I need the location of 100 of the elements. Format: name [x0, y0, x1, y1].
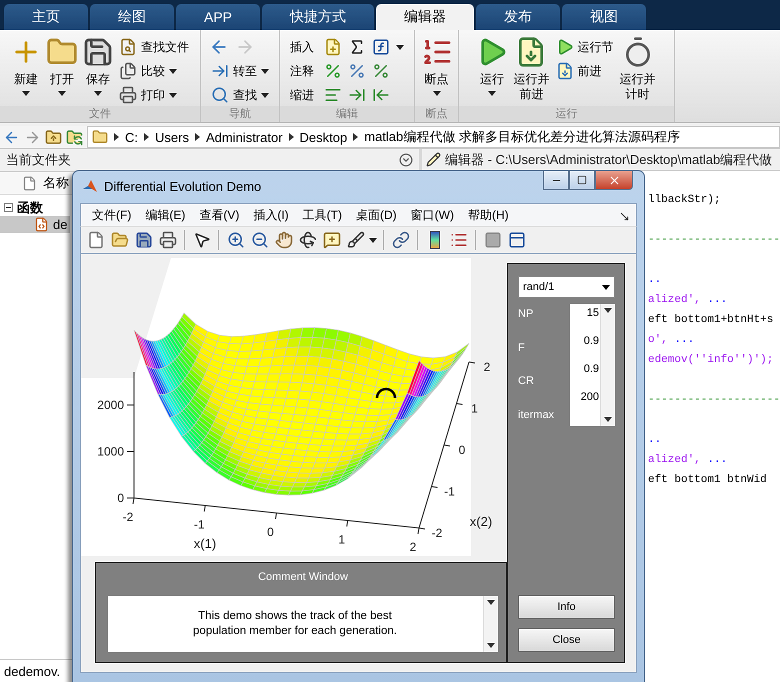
path-field[interactable]: C: Users Administrator Desktop matlab编程代做 求解多目标优化差分进化算法源码程序 — [87, 126, 780, 148]
comment-box[interactable]: This demo shows the track of the best population member for each generation. — [108, 596, 498, 652]
ribbon-button[interactable]: 运行并前进 — [511, 34, 552, 106]
ribbon-tab[interactable]: 主页 — [4, 4, 88, 30]
toolbar-button[interactable] — [345, 230, 366, 250]
column-header[interactable]: 名称 — [43, 174, 69, 192]
caret-icon — [58, 91, 66, 96]
path-segment[interactable]: matlab编程代做 求解多目标优化差分进化算法源码程序 — [364, 128, 680, 146]
ribbon-button[interactable]: 查找文件 — [117, 36, 191, 58]
maximize-button[interactable] — [569, 171, 595, 190]
chevron-icon — [288, 133, 294, 141]
tree-label: 函数 — [17, 198, 43, 216]
toolbar-button[interactable] — [390, 230, 411, 250]
ribbon-tab[interactable]: 视图 — [562, 4, 646, 30]
ribbon-button[interactable]: 运行 — [475, 34, 510, 106]
ribbon-button[interactable]: 前进 — [554, 60, 616, 82]
panel-button[interactable]: Info — [518, 595, 615, 619]
axis-label: x(1) — [194, 536, 216, 551]
ribbon-tab[interactable]: 发布 — [476, 4, 560, 30]
path-segment[interactable]: Users — [155, 130, 189, 144]
menu-item[interactable]: 文件(F) — [85, 206, 138, 224]
param-label: CR — [518, 375, 535, 389]
param-label: NP — [518, 308, 534, 322]
ribbon-button[interactable]: 比较 — [117, 60, 191, 82]
minimize-button[interactable] — [543, 171, 569, 190]
menu-item[interactable]: 查看(V) — [192, 206, 246, 224]
close-button[interactable] — [595, 171, 633, 190]
printer-icon — [158, 231, 176, 249]
tree-row[interactable]: 函数 — [0, 199, 70, 216]
ribbon-button[interactable]: 运行节 — [554, 36, 616, 58]
code-line: llbackStr); — [648, 193, 722, 208]
toolbar-button[interactable] — [297, 230, 318, 250]
ribbon-button[interactable]: 打印 — [117, 84, 191, 106]
row-label: 插入 — [290, 38, 315, 56]
caret-icon — [432, 91, 440, 96]
legend-icon — [450, 231, 468, 249]
caret-icon — [488, 91, 496, 96]
panel-menu-button[interactable] — [398, 153, 413, 167]
ribbon-button[interactable]: 新建 — [9, 34, 43, 106]
code-line: -------------------- — [648, 233, 780, 248]
pencil-icon — [426, 152, 441, 167]
search-icon — [211, 86, 229, 104]
menu-item[interactable]: 窗口(W) — [404, 206, 461, 224]
menu-item[interactable]: 工具(T) — [296, 206, 349, 224]
strategy-dropdown[interactable]: rand/1 — [518, 276, 615, 298]
panel-title: Comment Window — [258, 571, 348, 585]
ribbon-button[interactable]: 转至 — [209, 60, 271, 82]
code-line: o', ... — [648, 333, 696, 348]
data-tip-icon — [322, 231, 340, 249]
scrollbar[interactable] — [483, 596, 498, 652]
rotate-icon — [298, 231, 316, 249]
collapse-icon[interactable] — [4, 203, 13, 212]
pointer-icon — [192, 231, 210, 249]
panel-button[interactable]: Close — [518, 628, 615, 652]
path-segment[interactable]: C: — [125, 130, 138, 144]
menu-item[interactable]: 编辑(E) — [138, 206, 192, 224]
ribbon-tab[interactable]: 绘图 — [90, 4, 174, 30]
tree-row[interactable]: de — [0, 216, 70, 233]
chevron-icon — [114, 133, 119, 141]
toolbar-button[interactable] — [157, 230, 178, 250]
ribbon-button[interactable]: 保存 — [81, 34, 115, 106]
tick-label: 0 — [267, 525, 274, 539]
peak-logo-icon — [82, 178, 98, 194]
maximize-icon — [577, 175, 587, 185]
ribbon-button[interactable]: 查找 — [209, 84, 271, 106]
file-icon — [22, 176, 37, 190]
hand-icon — [274, 231, 292, 249]
documents-icon — [119, 62, 137, 80]
code-line: edemov(''info'')'); — [648, 353, 774, 368]
ribbon-button[interactable]: 运行并计时 — [618, 34, 658, 106]
ribbon-tab[interactable]: APP — [176, 4, 260, 30]
tick-label: -1 — [444, 484, 455, 498]
square-icon — [484, 231, 502, 249]
caret-icon — [396, 44, 404, 50]
dropdown-button[interactable] — [396, 44, 404, 50]
menu-item[interactable]: 桌面(D) — [348, 206, 404, 224]
ribbon-button[interactable]: 断点 — [420, 34, 454, 106]
row-label: 注释 — [290, 62, 315, 80]
panel-title: 当前文件夹 — [6, 151, 71, 169]
tick-label: -2 — [432, 526, 442, 540]
tick-label: 1 — [471, 402, 478, 416]
chevron-icon — [144, 133, 149, 141]
tick-label: -2 — [122, 510, 134, 524]
path-segment[interactable]: Administrator — [206, 130, 283, 144]
toolbar-button[interactable] — [372, 38, 390, 56]
tick-label: 0 — [458, 443, 466, 457]
menu-item[interactable]: 帮助(H) — [460, 206, 516, 224]
param-values-field[interactable]: 15 0.9 0.9 200 — [570, 304, 615, 426]
caret-icon — [604, 308, 612, 313]
caret-icon — [487, 643, 495, 648]
folder-icon — [110, 231, 128, 249]
ribbon-tab[interactable]: 编辑器 — [376, 4, 474, 30]
file-search-icon — [119, 38, 137, 56]
menu-item[interactable]: 插入(I) — [246, 206, 296, 224]
ribbon-tab[interactable]: 快捷方式 — [262, 4, 374, 30]
path-segment[interactable]: Desktop — [300, 130, 348, 144]
ribbon-button[interactable]: 打开 — [45, 34, 79, 106]
axis-label: x(2) — [470, 514, 492, 529]
row-label: 缩进 — [290, 86, 315, 104]
caret-icon — [487, 600, 495, 605]
